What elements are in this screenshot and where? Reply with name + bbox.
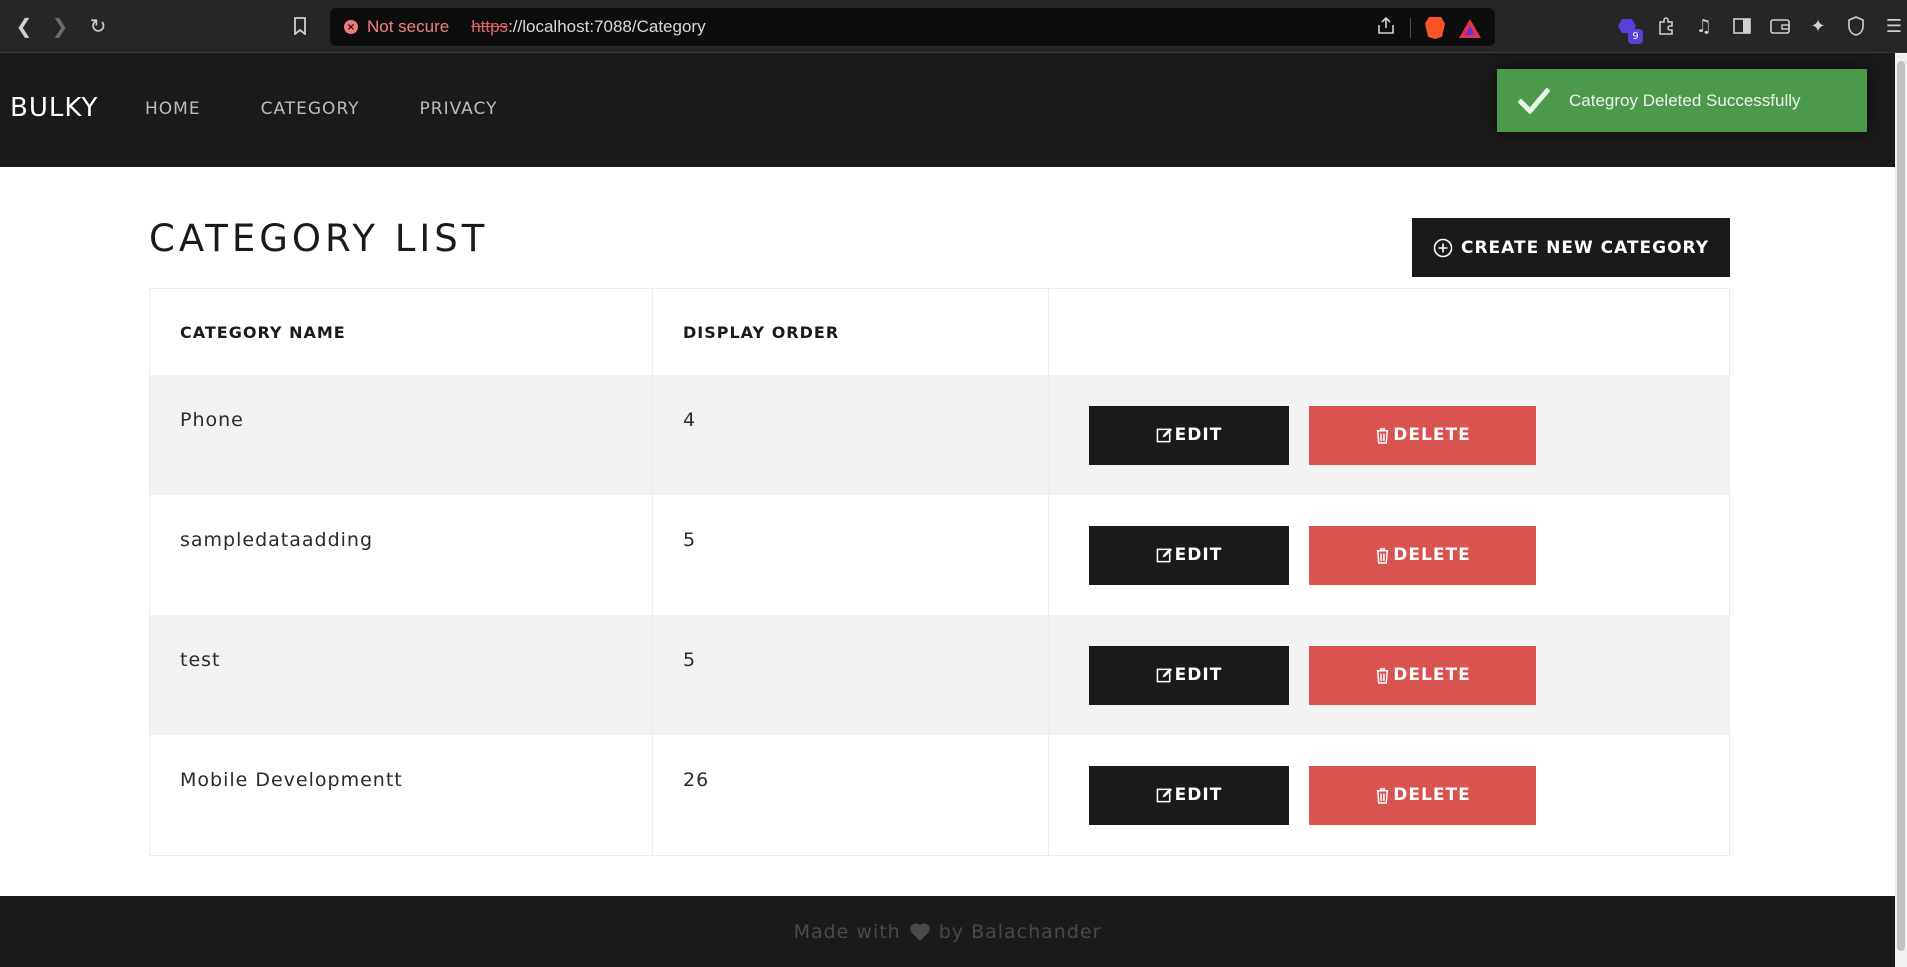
- category-name: Phone: [150, 375, 653, 495]
- forward-icon[interactable]: ❯: [46, 12, 74, 40]
- edit-label: EDIT: [1174, 425, 1223, 445]
- category-name: Mobile Developmentt: [150, 735, 653, 855]
- extension-badge: 9: [1628, 29, 1643, 44]
- delete-label: DELETE: [1393, 545, 1471, 565]
- brave-shields-icon[interactable]: [1425, 17, 1445, 39]
- row-actions: EDIT DELETE: [1049, 375, 1729, 495]
- edit-icon: [1156, 547, 1172, 562]
- edit-icon: [1156, 427, 1172, 442]
- reload-icon[interactable]: ↻: [84, 12, 112, 40]
- category-name: sampledataadding: [150, 495, 653, 615]
- separator: [1410, 18, 1411, 38]
- edit-button[interactable]: EDIT: [1089, 765, 1289, 825]
- delete-label: DELETE: [1393, 665, 1471, 685]
- delete-button[interactable]: DELETE: [1309, 405, 1536, 465]
- bookmark-icon[interactable]: [288, 13, 312, 39]
- table-header-row: CATEGORY NAME DISPLAY ORDER: [150, 289, 1729, 375]
- delete-button[interactable]: DELETE: [1309, 645, 1536, 705]
- edit-button[interactable]: EDIT: [1089, 405, 1289, 465]
- page-title: CATEGORY LIST: [149, 217, 489, 260]
- row-actions: EDIT DELETE: [1049, 615, 1729, 735]
- back-icon[interactable]: ❮: [10, 12, 38, 40]
- scrollbar-thumb[interactable]: [1897, 61, 1905, 951]
- display-order: 26: [653, 735, 1049, 855]
- edit-button[interactable]: EDIT: [1089, 645, 1289, 705]
- category-name: test: [150, 615, 653, 735]
- display-order: 5: [653, 495, 1049, 615]
- music-icon[interactable]: ♫: [1691, 12, 1717, 40]
- header-actions: [1049, 289, 1729, 375]
- brand-logo[interactable]: BULKY: [10, 93, 98, 123]
- edit-icon: [1156, 667, 1172, 682]
- plus-circle-icon: [1433, 238, 1453, 257]
- sidebar-icon[interactable]: [1729, 12, 1755, 40]
- edit-label: EDIT: [1174, 545, 1223, 565]
- delete-label: DELETE: [1393, 425, 1471, 445]
- display-order: 5: [653, 615, 1049, 735]
- url-text[interactable]: https://localhost:7088/Category: [471, 17, 705, 37]
- delete-button[interactable]: DELETE: [1309, 765, 1536, 825]
- edit-icon: [1156, 787, 1172, 802]
- table-row: Phone 4 EDIT DELETE: [150, 375, 1729, 495]
- table-row: Mobile Developmentt 26 EDIT DELETE: [150, 735, 1729, 855]
- nav-link-home[interactable]: HOME: [145, 99, 201, 119]
- edit-label: EDIT: [1174, 785, 1223, 805]
- header-category-name: CATEGORY NAME: [150, 289, 653, 375]
- browser-toolbar: ❮ ❯ ↻ × Not secure https://localhost:708…: [0, 0, 1907, 53]
- display-order: 4: [653, 375, 1049, 495]
- footer-suffix: by Balachander: [938, 920, 1102, 943]
- url-path: ://localhost:7088/Category: [508, 17, 706, 36]
- checkmark-icon: [1517, 84, 1551, 118]
- security-label[interactable]: Not secure: [367, 17, 449, 37]
- wallet-icon[interactable]: [1767, 12, 1793, 40]
- delete-button[interactable]: DELETE: [1309, 525, 1536, 585]
- trash-icon: [1377, 427, 1389, 444]
- success-toast[interactable]: Categroy Deleted Successfully: [1497, 69, 1867, 132]
- leo-ai-icon[interactable]: ✦: [1805, 12, 1831, 40]
- delete-label: DELETE: [1393, 785, 1471, 805]
- table-row: test 5 EDIT DELETE: [150, 615, 1729, 735]
- url-scheme: https: [471, 17, 509, 36]
- site-footer: Made with by Balachander: [0, 896, 1895, 967]
- nav-link-category[interactable]: CATEGORY: [261, 99, 360, 119]
- warning-icon: ×: [344, 20, 358, 34]
- edit-button[interactable]: EDIT: [1089, 525, 1289, 585]
- share-icon[interactable]: [1376, 16, 1396, 40]
- nav-links: HOME CATEGORY PRIVACY: [145, 99, 557, 119]
- brave-rewards-icon[interactable]: [1459, 18, 1481, 38]
- puzzle-icon[interactable]: [1653, 12, 1679, 40]
- edit-label: EDIT: [1174, 665, 1223, 685]
- address-bar[interactable]: × Not secure https://localhost:7088/Cate…: [330, 8, 1495, 46]
- trash-icon: [1377, 547, 1389, 564]
- row-actions: EDIT DELETE: [1049, 495, 1729, 615]
- category-table: CATEGORY NAME DISPLAY ORDER Phone 4 EDIT…: [149, 288, 1730, 856]
- scrollbar[interactable]: [1895, 53, 1907, 967]
- nav-link-privacy[interactable]: PRIVACY: [420, 99, 498, 119]
- trash-icon: [1377, 667, 1389, 684]
- vpn-shield-icon[interactable]: [1843, 12, 1869, 40]
- footer-prefix: Made with: [793, 920, 901, 943]
- trash-icon: [1377, 787, 1389, 804]
- create-category-button[interactable]: CREATE NEW CATEGORY: [1412, 218, 1730, 277]
- create-category-label: CREATE NEW CATEGORY: [1460, 237, 1710, 258]
- table-row: sampledataadding 5 EDIT DELETE: [150, 495, 1729, 615]
- menu-icon[interactable]: ☰: [1881, 12, 1907, 40]
- row-actions: EDIT DELETE: [1049, 735, 1729, 855]
- vpn-extension-icon[interactable]: 9: [1615, 12, 1643, 44]
- header-display-order: DISPLAY ORDER: [653, 289, 1049, 375]
- heart-icon: [909, 922, 930, 941]
- toast-message: Categroy Deleted Successfully: [1569, 90, 1801, 110]
